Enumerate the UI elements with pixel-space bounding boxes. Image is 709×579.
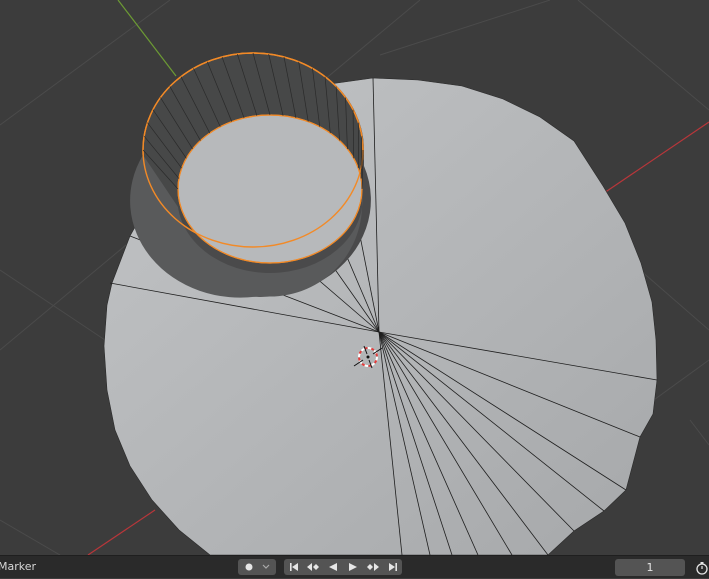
3d-viewport[interactable] — [0, 0, 709, 555]
keying-group — [238, 559, 276, 575]
cylinder-mesh[interactable] — [130, 53, 371, 298]
current-frame-field[interactable]: 1 — [615, 559, 685, 576]
y-axis-line — [118, 0, 176, 76]
jump-to-end-icon[interactable] — [383, 562, 402, 572]
jump-to-previous-keyframe-icon[interactable] — [303, 562, 323, 572]
timeline-header: Marker 1 — [0, 555, 709, 578]
jump-to-next-keyframe-icon[interactable] — [363, 562, 383, 572]
jump-to-start-icon[interactable] — [284, 562, 303, 572]
stopwatch-icon[interactable] — [695, 560, 709, 574]
x-axis-line — [604, 122, 709, 193]
x-axis-line-lower — [88, 510, 155, 555]
playback-controls — [284, 559, 402, 575]
play-icon[interactable] — [343, 562, 363, 572]
play-reverse-icon[interactable] — [323, 562, 343, 572]
viewport-canvas[interactable] — [0, 0, 709, 555]
record-dot-icon[interactable] — [240, 563, 258, 571]
marker-menu[interactable]: Marker — [0, 560, 36, 574]
chevron-down-icon[interactable] — [258, 564, 274, 570]
